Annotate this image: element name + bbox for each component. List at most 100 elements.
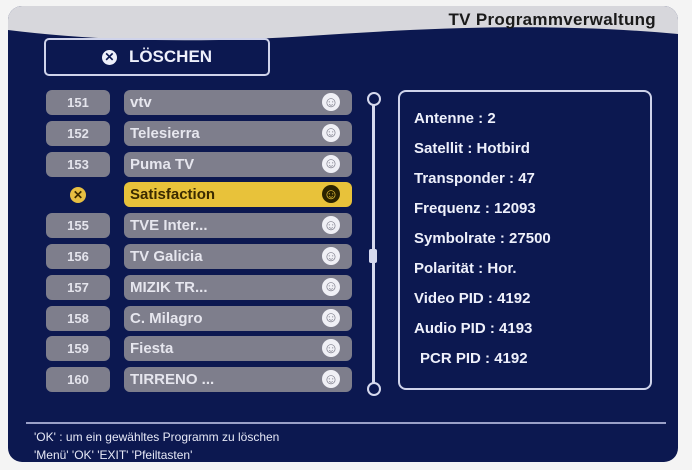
info-label: Antenne — [414, 110, 474, 127]
free-to-air-icon: ☺ — [322, 339, 340, 358]
channel-row[interactable]: 156 TV Galicia ☺ — [46, 244, 352, 269]
info-separator: : — [474, 260, 488, 277]
footer-hint-delete: 'OK' : um ein gewähltes Programm zu lösc… — [34, 430, 280, 444]
channel-name[interactable]: TV Galicia ☺ — [124, 244, 352, 269]
info-value: 47 — [518, 170, 535, 187]
channel-number: 153 — [46, 151, 110, 177]
channel-number: 151 — [46, 90, 110, 115]
channel-name[interactable]: Telesierra ☺ — [124, 120, 352, 146]
scroll-thumb[interactable] — [369, 249, 377, 263]
footer-hint-keys: 'Menü' 'OK' 'EXIT' 'Pfeiltasten' — [34, 448, 193, 462]
info-label: Frequenz — [414, 200, 481, 217]
scroll-up-knob[interactable] — [367, 92, 381, 106]
channel-row[interactable]: 159 Fiesta ☺ — [46, 336, 352, 362]
channel-name[interactable]: MIZIK TR... ☺ — [124, 274, 352, 300]
channel-row[interactable]: ✕ Satisfaction ☺ — [46, 182, 352, 208]
info-label: Video PID — [414, 290, 484, 307]
info-separator: : — [495, 230, 510, 247]
info-label: Symbolrate — [414, 230, 496, 247]
channel-name[interactable]: TVE Inter... ☺ — [124, 213, 352, 239]
channel-name[interactable]: Puma TV ☺ — [124, 151, 352, 177]
free-to-air-icon: ☺ — [322, 308, 340, 327]
free-to-air-icon: ☺ — [322, 154, 340, 173]
info-value: 2 — [487, 110, 496, 127]
channel-row[interactable]: 158 C. Milagro ☺ — [46, 305, 352, 331]
info-line: PCR PID : 4192 — [420, 350, 528, 367]
channel-row[interactable]: 157 MIZIK TR... ☺ — [46, 274, 352, 300]
delete-button[interactable]: ✕ LÖSCHEN — [44, 38, 270, 76]
free-to-air-icon: ☺ — [322, 123, 340, 142]
info-label: Transponder — [414, 170, 505, 187]
scroll-down-knob[interactable] — [367, 382, 381, 396]
info-line: Symbolrate : 27500 — [414, 230, 551, 247]
info-value: 4192 — [497, 290, 531, 307]
info-label: Satellit — [414, 140, 464, 157]
info-separator: : — [480, 350, 495, 367]
channel-name-label: Telesierra — [130, 124, 200, 142]
info-label: Audio PID — [414, 320, 486, 337]
info-separator: : — [483, 290, 498, 307]
channel-name[interactable]: C. Milagro ☺ — [124, 305, 352, 331]
channel-name[interactable]: TIRRENO ... ☺ — [124, 367, 352, 393]
channel-name-label: TIRRENO ... — [130, 371, 215, 389]
channel-row[interactable]: 152 Telesierra ☺ — [46, 120, 352, 146]
free-to-air-icon: ☺ — [322, 370, 340, 389]
channel-name-label: TV Galicia — [130, 248, 203, 265]
channel-number: 157 — [46, 274, 110, 300]
channel-info-panel: Antenne : 2 Satellit : Hotbird Transponder… — [398, 90, 652, 390]
info-line: Antenne : 2 — [414, 110, 496, 127]
free-to-air-icon: ☺ — [322, 185, 340, 204]
free-to-air-icon: ☺ — [322, 277, 340, 296]
info-value: Hotbird — [476, 140, 530, 157]
channel-number: 156 — [46, 244, 110, 269]
channel-name[interactable]: Fiesta ☺ — [124, 336, 352, 362]
channel-number: 160 — [46, 367, 110, 393]
free-to-air-icon: ☺ — [322, 216, 340, 235]
close-circle-icon: ✕ — [101, 49, 117, 65]
channel-row[interactable]: 155 TVE Inter... ☺ — [46, 213, 352, 239]
footer-divider — [26, 422, 666, 424]
channel-row[interactable]: 153 Puma TV ☺ — [46, 151, 352, 177]
info-value: Hor. — [487, 260, 517, 277]
channel-row[interactable]: 151 vtv ☺ — [46, 90, 352, 115]
free-to-air-icon: ☺ — [322, 247, 340, 265]
info-line: Frequenz : 12093 — [414, 200, 536, 217]
info-line: Audio PID : 4193 — [414, 320, 532, 337]
info-label: Polarität — [414, 260, 475, 277]
page-title: TV Programmverwaltung — [448, 10, 656, 29]
channel-number: 155 — [46, 213, 110, 239]
channel-name-label: C. Milagro — [130, 309, 203, 327]
channel-name[interactable]: vtv ☺ — [124, 90, 352, 115]
channel-name-label: MIZIK TR... — [130, 278, 208, 296]
info-line: Polarität : Hor. — [414, 260, 517, 277]
info-value: 12093 — [494, 200, 536, 217]
info-line: Video PID : 4192 — [414, 290, 530, 307]
info-line: Satellit : Hotbird — [414, 140, 530, 157]
channel-name-label: Fiesta — [130, 340, 174, 358]
delete-mark-icon: ✕ — [70, 186, 86, 203]
channel-name-label: Puma TV — [130, 155, 195, 173]
info-separator: : — [463, 140, 477, 157]
info-value: 4192 — [494, 350, 528, 367]
info-separator: : — [474, 110, 488, 127]
channel-number: 158 — [46, 305, 110, 331]
info-value: 27500 — [509, 230, 551, 247]
info-separator: : — [504, 170, 519, 187]
info-label: PCR PID — [420, 350, 481, 367]
channel-name-selected[interactable]: Satisfaction ☺ — [124, 182, 352, 208]
tv-screen: TV Programmverwaltung ✕ LÖSCHEN 151 vtv ☺ 1… — [8, 6, 678, 462]
info-value: 4193 — [499, 320, 533, 337]
channel-row[interactable]: 160 TIRRENO ... ☺ — [46, 367, 352, 393]
delete-mark: ✕ — [46, 182, 110, 207]
info-separator: : — [485, 320, 500, 337]
channel-name-label: Satisfaction — [130, 186, 216, 204]
channel-name-label: TVE Inter... — [130, 217, 208, 235]
channel-name-label: vtv — [130, 94, 152, 111]
info-separator: : — [480, 200, 495, 217]
scrollbar[interactable] — [372, 102, 375, 388]
channel-number: 159 — [46, 336, 110, 362]
channel-number: 152 — [46, 120, 110, 146]
info-line: Transponder : 47 — [414, 170, 535, 187]
free-to-air-icon: ☺ — [322, 93, 340, 111]
delete-label: LÖSCHEN — [128, 47, 213, 66]
